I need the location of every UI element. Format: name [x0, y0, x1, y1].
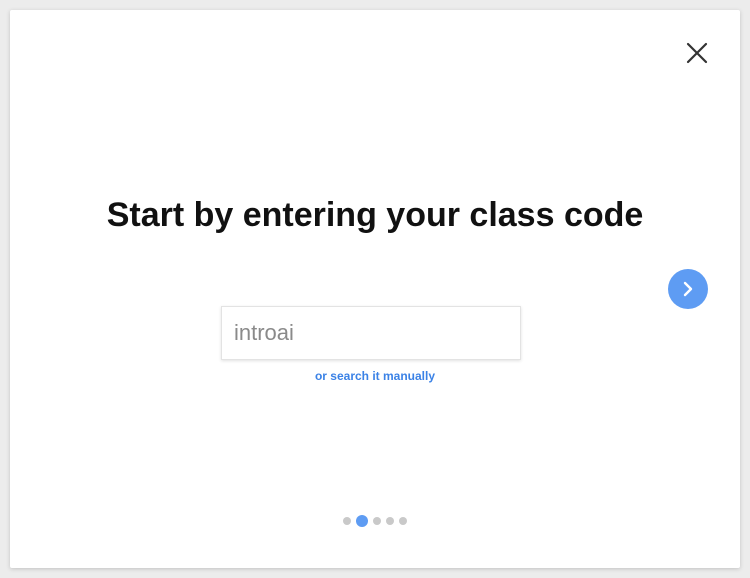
class-code-input[interactable]	[221, 306, 521, 360]
page-title: Start by entering your class code	[106, 196, 644, 234]
pagination-dot-active[interactable]	[356, 515, 368, 527]
onboarding-modal: Start by entering your class code or sea…	[10, 10, 740, 568]
pagination-dot[interactable]	[373, 517, 381, 525]
pagination-dot[interactable]	[399, 517, 407, 525]
search-manually-link[interactable]: or search it manually	[315, 369, 435, 383]
search-manually-link-row: or search it manually	[10, 369, 740, 383]
next-button[interactable]	[668, 269, 708, 309]
pagination-dot[interactable]	[343, 517, 351, 525]
chevron-right-icon	[683, 281, 693, 297]
pagination-dot[interactable]	[386, 517, 394, 525]
close-icon	[686, 42, 708, 64]
close-button[interactable]	[682, 38, 712, 68]
pagination-dots	[10, 515, 740, 527]
